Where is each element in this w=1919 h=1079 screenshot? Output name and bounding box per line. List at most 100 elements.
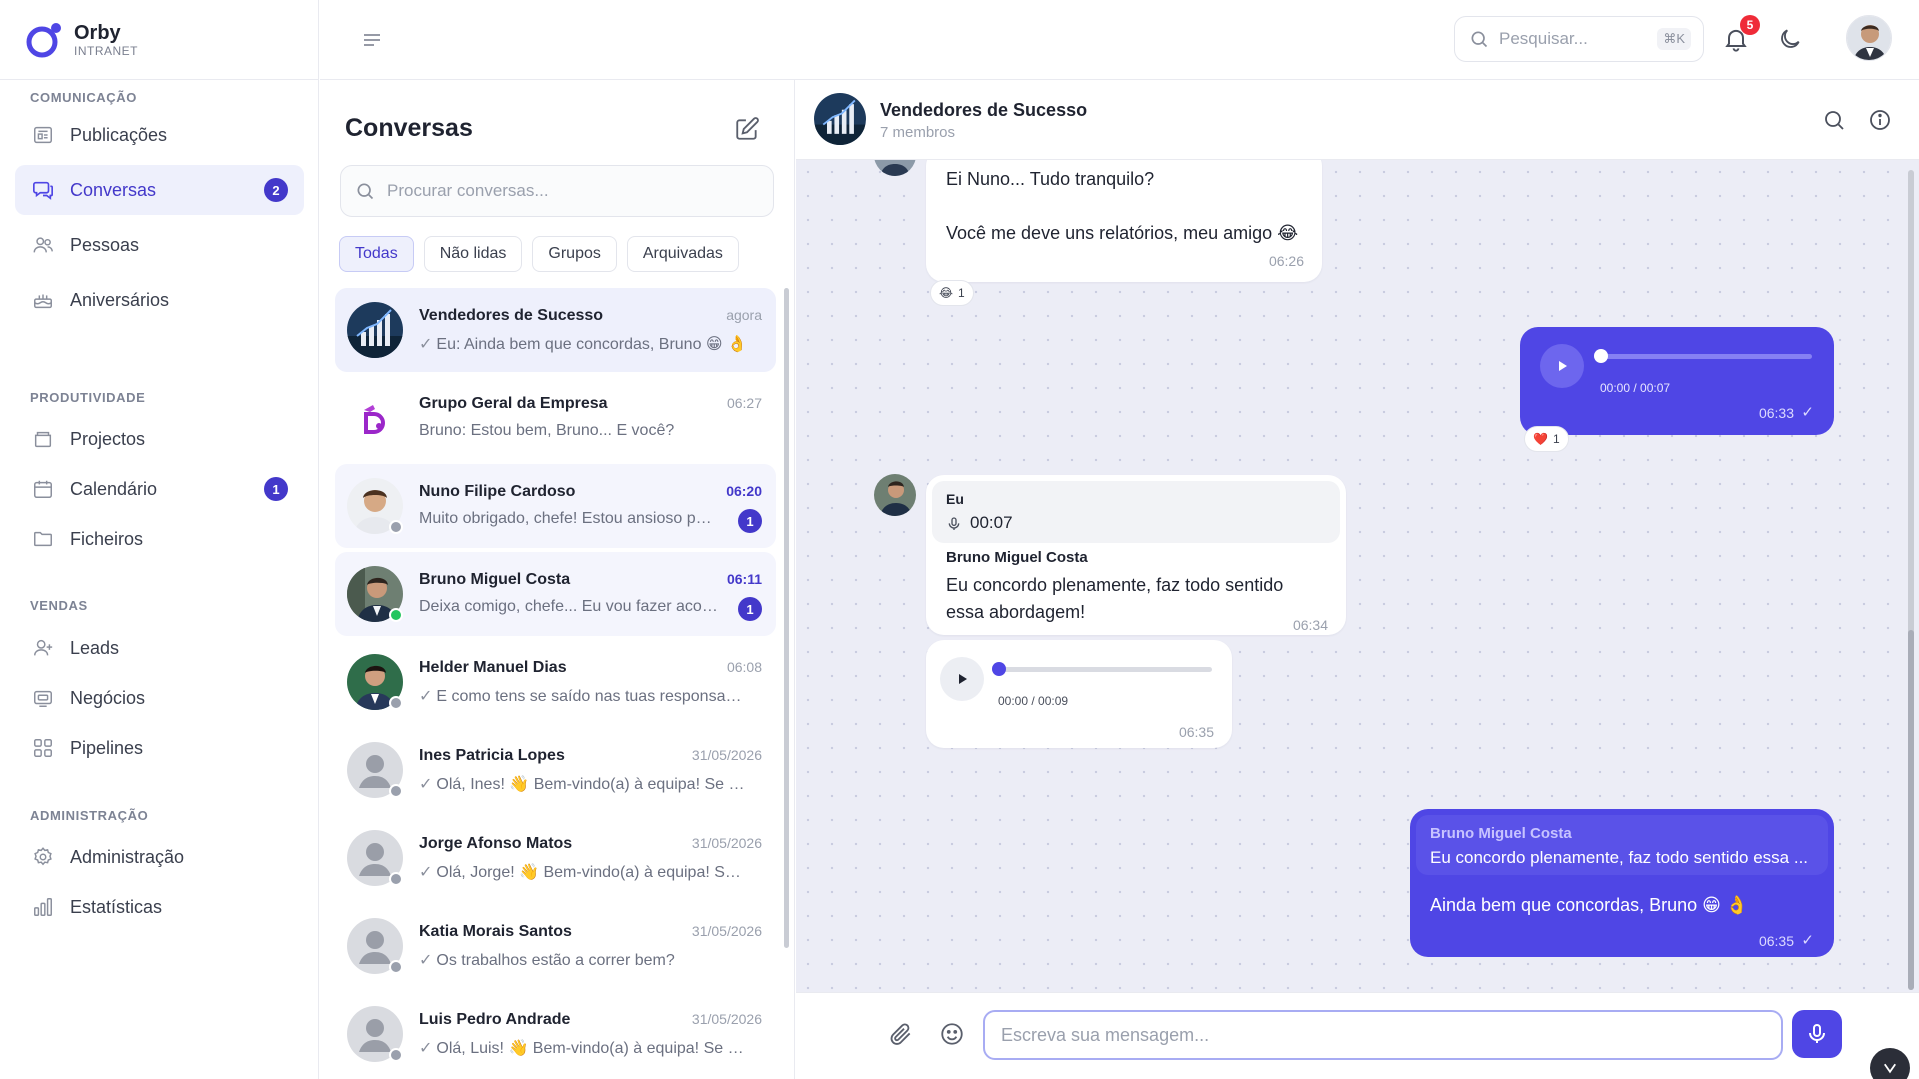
sidebar-item-label: Pessoas [70,234,140,255]
sidebar-item-calendario[interactable]: Calendário 1 [15,464,304,514]
sent-check-icon: ✓ [419,864,433,881]
conversation-preview: ✓ Os trabalhos estão a correr bem? [419,952,675,969]
paperclip-icon[interactable] [888,1021,914,1047]
message-input[interactable] [983,1010,1783,1060]
quoted-author: Bruno Miguel Costa [1430,825,1572,842]
compose-icon[interactable] [734,116,760,142]
conversation-item[interactable]: Helder Manuel Dias 06:08 ✓ E como tens se… [335,640,776,724]
filter-grupos[interactable]: Grupos [532,236,617,272]
sent-check-icon: ✓ [419,1040,433,1057]
nav-section-comunicacao: COMUNICAÇÃO [30,90,137,105]
conversation-preview: Bruno: Estou bem, Bruno... E você? [419,422,675,439]
sidebar-item-label: Estatísticas [70,896,163,917]
sidebar-item-pessoas[interactable]: Pessoas [15,220,304,270]
microphone-icon [1805,1022,1829,1046]
conversations-search[interactable] [340,165,774,217]
conversation-item[interactable]: Nuno Filipe Cardoso 06:20 Muito obrigado… [335,464,776,548]
sidebar-item-projectos[interactable]: Projectos [15,414,304,464]
quoted-message[interactable]: Bruno Miguel Costa Eu concordo plenament… [1416,815,1828,875]
conversations-scrollbar[interactable] [784,288,789,948]
quoted-message[interactable]: Eu 00:07 [932,481,1340,543]
chat-messages[interactable]: Ei Nuno... Tudo tranquilo? Você me deve … [796,160,1919,992]
conversation-item[interactable]: Grupo Geral da Empresa 06:27 Bruno: Esto… [335,376,776,460]
presence-offline-dot [389,696,403,710]
conversation-name: Bruno Miguel Costa [419,571,571,588]
conversation-item[interactable]: Jorge Afonso Matos 31/05/2026 ✓ Olá, Jorg… [335,816,776,900]
audio-progress-handle[interactable] [1594,349,1608,363]
search-icon [1469,29,1489,49]
nav-section-vendas: VENDAS [30,598,88,613]
conversation-time: 31/05/2026 [691,835,762,851]
message-author: Bruno Miguel Costa [946,549,1088,566]
conversation-preview: Muito obrigado, chefe! Estou ansioso par… [419,510,719,527]
audio-progress-handle[interactable] [992,662,1006,676]
filter-todas[interactable]: Todas [339,236,414,272]
sidebar-item-aniversarios[interactable]: Aniversários [15,275,304,325]
message-text: Você me deve uns relatórios, meu amigo 😂 [946,223,1299,243]
sidebar-item-conversas[interactable]: Conversas 2 [15,165,304,215]
sender-avatar[interactable] [874,474,916,516]
message-reaction[interactable]: 😂 1 [930,280,974,306]
sidebar-item-pipelines[interactable]: Pipelines [15,723,304,773]
global-search[interactable]: Pesquisar... ⌘K [1454,16,1704,62]
conversation-name: Nuno Filipe Cardoso [419,483,576,500]
nav-section-administracao: ADMINISTRAÇÃO [30,808,149,823]
sidebar-item-negocios[interactable]: Negócios [15,673,304,723]
play-icon[interactable] [940,657,984,701]
message-time: 06:35 [1178,724,1214,740]
group-avatar [347,302,403,358]
conversations-search-input[interactable] [387,181,747,201]
group-avatar[interactable] [814,93,866,145]
message-bubble-incoming[interactable]: Ei Nuno... Tudo tranquilo? Você me deve … [926,160,1322,282]
moon-icon[interactable] [1777,26,1803,52]
conversation-item[interactable]: Luis Pedro Andrade 31/05/2026 ✓ Olá, Luis… [335,992,776,1076]
reaction-emoji: ❤️ [1533,432,1548,446]
presence-online-dot [389,608,403,622]
message-reaction[interactable]: ❤️ 1 [1524,426,1569,452]
gear-icon [32,846,54,868]
brand[interactable]: Orby INTRANET [0,0,318,80]
sidebar-item-leads[interactable]: Leads [15,623,304,673]
conversation-item[interactable]: Katia Morais Santos 31/05/2026 ✓ Os traba… [335,904,776,988]
sidebar-item-administracao[interactable]: Administração [15,832,304,882]
chat-scrollbar[interactable] [1908,170,1914,990]
sent-check-icon: ✓ [1801,404,1814,421]
record-audio-button[interactable] [1792,1010,1842,1058]
conversation-item[interactable]: Vendedores de Sucesso agora ✓ Eu: Ainda b… [335,288,776,372]
chat-scrollbar-thumb[interactable] [1908,630,1914,990]
user-plus-icon [32,637,54,659]
filter-nao-lidas[interactable]: Não lidas [423,236,523,272]
filter-arquivadas[interactable]: Arquivadas [626,236,739,272]
audio-progress-track[interactable] [1600,354,1812,359]
user-avatar[interactable] [1846,15,1892,61]
emoji-icon[interactable] [939,1021,965,1047]
conversation-filters: Todas Não lidas Grupos Arquivadas [339,236,739,272]
presence-offline-dot [389,872,403,886]
message-bubble-incoming[interactable]: Eu 00:07 Bruno Miguel Costa Eu concordo … [926,475,1346,635]
message-text: Eu concordo plenamente, faz todo sentido… [946,575,1284,622]
global-search-placeholder: Pesquisar... [1499,29,1588,48]
conversation-time: 06:20 [726,483,762,499]
presence-offline-dot [389,960,403,974]
brand-subtitle: INTRANET [74,43,138,58]
conversation-time: 31/05/2026 [691,747,762,763]
menu-icon[interactable] [360,28,384,52]
message-time: 06:33 [1758,405,1794,421]
conversation-name: Ines Patricia Lopes [419,747,565,764]
message-bubble-outgoing[interactable]: Bruno Miguel Costa Eu concordo plenament… [1410,809,1834,957]
users-icon [32,234,54,256]
audio-progress-track[interactable] [998,667,1212,672]
info-icon[interactable] [1868,108,1892,132]
conversation-item[interactable]: Bruno Miguel Costa 06:11 Deixa comigo, c… [335,552,776,636]
conversation-name: Jorge Afonso Matos [419,835,573,852]
message-bubble-incoming-audio[interactable]: 00:00 / 00:09 06:35 [926,640,1232,748]
search-icon[interactable] [1822,108,1846,132]
play-icon[interactable] [1540,344,1584,388]
conversation-time: 06:27 [726,395,762,411]
message-bubble-outgoing-audio[interactable]: 00:00 / 00:07 06:33 ✓ [1520,327,1834,435]
conversation-item[interactable]: Ines Patricia Lopes 31/05/2026 ✓ Olá, Ine… [335,728,776,812]
unread-badge: 1 [738,597,762,621]
sidebar-item-estatisticas[interactable]: Estatísticas [15,882,304,932]
sidebar-item-ficheiros[interactable]: Ficheiros [15,514,304,564]
sidebar-item-publicacoes[interactable]: Publicações [15,110,304,160]
